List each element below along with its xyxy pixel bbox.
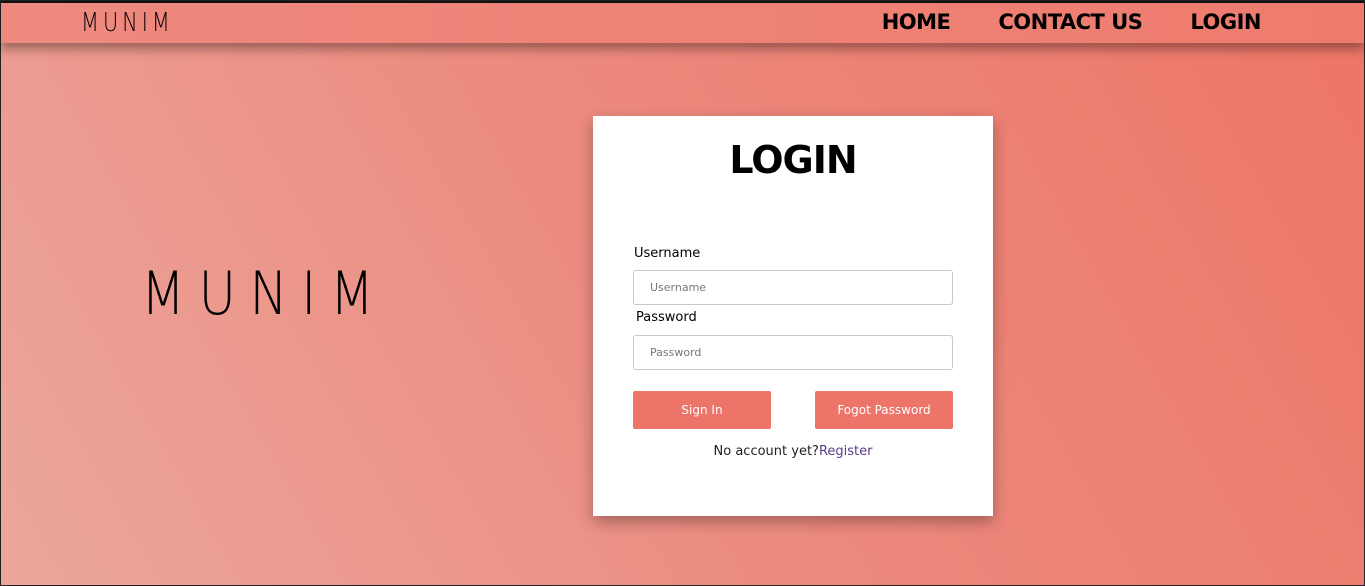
nav-contact-link[interactable]: CONTACT US [998, 10, 1143, 34]
top-navbar: MUNIM HOME CONTACT US LOGIN [1, 1, 1364, 43]
nav-home-link[interactable]: HOME [882, 10, 951, 34]
password-label: Password [636, 310, 697, 325]
login-card: LOGIN Username Password Sign In Fogot Pa… [593, 116, 993, 516]
password-input[interactable] [633, 335, 953, 370]
username-input[interactable] [633, 270, 953, 305]
username-label: Username [634, 246, 701, 261]
hero-logo: MUNIM [141, 259, 388, 329]
navbar-brand[interactable]: MUNIM [81, 8, 174, 38]
nav-links: HOME CONTACT US LOGIN [882, 10, 1262, 34]
register-prompt: No account yet?Register [593, 444, 993, 459]
register-link[interactable]: Register [819, 444, 873, 459]
nav-login-link[interactable]: LOGIN [1190, 10, 1261, 34]
login-title: LOGIN [729, 138, 857, 182]
no-account-text: No account yet? [713, 444, 819, 459]
sign-in-button[interactable]: Sign In [633, 391, 771, 429]
forgot-password-button[interactable]: Fogot Password [815, 391, 953, 429]
